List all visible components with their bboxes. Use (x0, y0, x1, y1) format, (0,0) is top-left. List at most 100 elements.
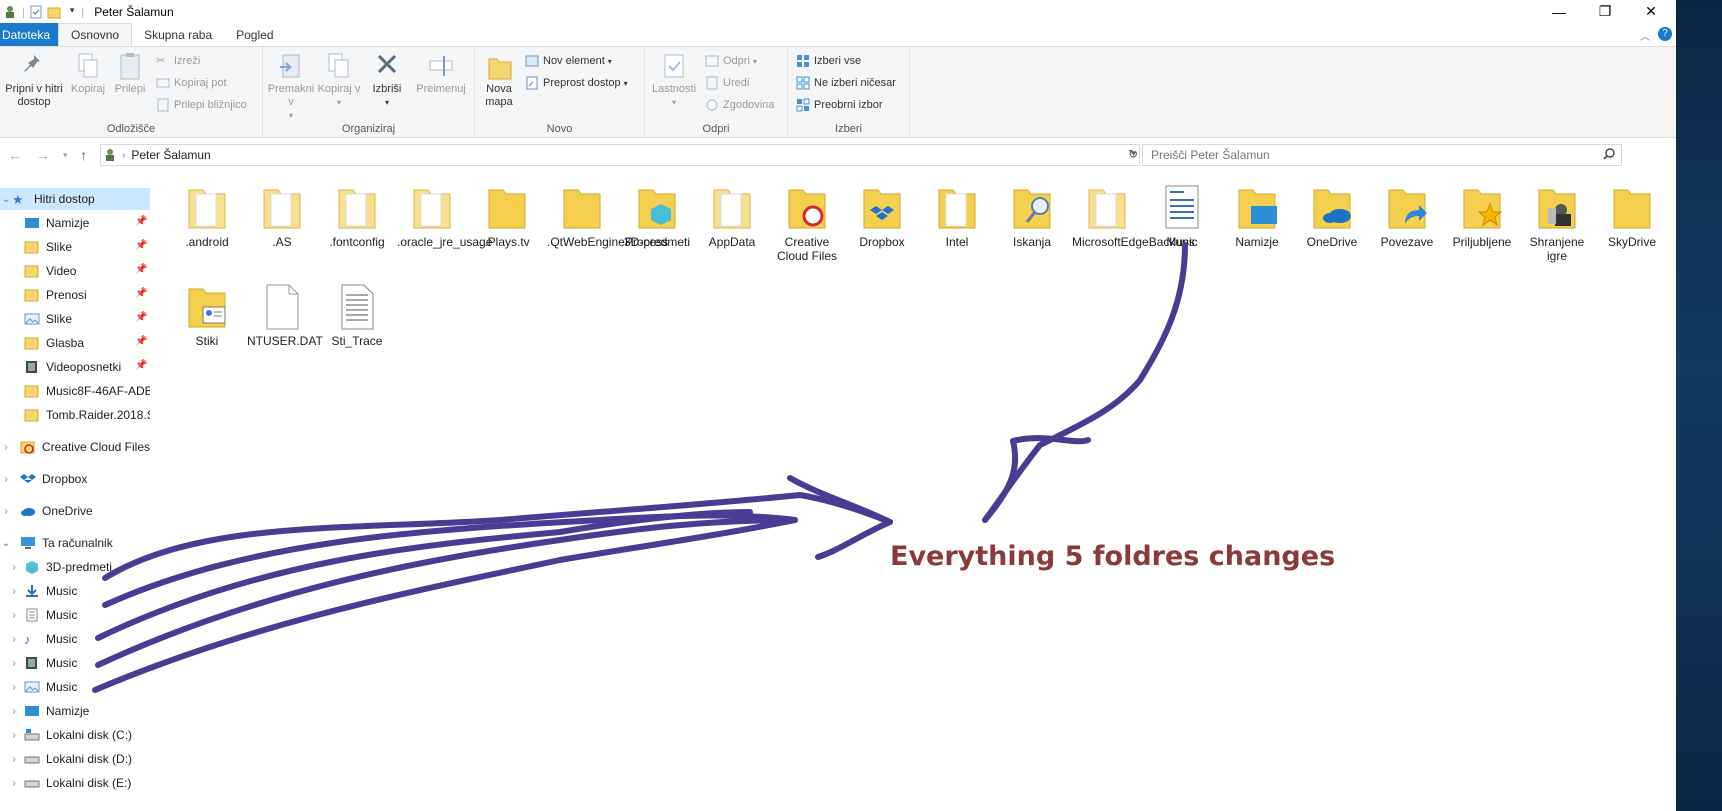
file-item[interactable]: AppData (697, 184, 767, 249)
restore-button[interactable]: ❐ (1582, 0, 1628, 23)
address-bar[interactable]: › Peter Šalamun ▾ (100, 144, 1140, 166)
copy-to-button[interactable]: Kopiraj v ▾ (317, 51, 361, 109)
new-folder-icon[interactable] (47, 5, 61, 19)
file-item[interactable]: Creative Cloud Files (772, 184, 842, 263)
file-item[interactable]: NTUSER.DAT (247, 283, 323, 348)
chevron-right-icon[interactable]: › (8, 658, 20, 669)
chevron-right-icon[interactable]: › (0, 474, 12, 485)
copy-button[interactable]: Kopiraj (68, 51, 108, 96)
nav-pc-item[interactable]: › Lokalni disk (E:) (0, 772, 150, 794)
chevron-right-icon[interactable]: › (8, 562, 20, 573)
chevron-down-icon[interactable]: ⌄ (0, 538, 12, 549)
file-item[interactable]: .Plays.tv (472, 184, 542, 249)
nav-pc-item[interactable]: › Lokalni disk (C:) (0, 724, 150, 746)
nav-creative-cloud[interactable]: › Creative Cloud Files (0, 436, 150, 458)
easy-access-button[interactable]: Preprost dostop ▾ (525, 74, 628, 92)
new-folder-button[interactable]: Nova mapa (477, 51, 521, 109)
history-button[interactable]: Zgodovina (705, 96, 774, 114)
nav-quick-item[interactable]: Slike 📌 (0, 308, 150, 330)
nav-quick-item[interactable]: Music8F-46AF-ADB (0, 380, 150, 402)
nav-pc-item[interactable]: › Music (0, 580, 150, 602)
tab-share[interactable]: Skupna raba (132, 23, 224, 46)
customize-qat-icon[interactable]: ▾ (65, 5, 79, 19)
file-item[interactable]: Sti_Trace (322, 283, 392, 348)
nav-pc-item[interactable]: › Music (0, 652, 150, 674)
up-arrow-icon[interactable]: ↑ (80, 147, 87, 163)
nav-pc-item[interactable]: › Music (0, 604, 150, 626)
paste-button[interactable]: Prilepi (110, 51, 150, 96)
file-item[interactable]: Dropbox (847, 184, 917, 249)
rename-button[interactable]: Preimenuj (411, 51, 471, 96)
nav-quick-item[interactable]: Prenosi 📌 (0, 284, 150, 306)
file-item[interactable]: Namizje (1222, 184, 1292, 249)
tab-file[interactable]: Datoteka (0, 23, 59, 46)
chevron-right-icon[interactable]: › (8, 586, 20, 597)
file-item[interactable]: Iskanja (997, 184, 1067, 249)
move-to-button[interactable]: Premakni v ▾ (267, 51, 315, 122)
properties-button[interactable]: Lastnosti ▾ (649, 51, 699, 109)
file-item[interactable]: Music (1147, 184, 1217, 249)
chevron-right-icon[interactable]: › (0, 442, 12, 453)
properties-icon[interactable] (29, 5, 43, 19)
nav-dropbox[interactable]: › Dropbox (0, 468, 150, 490)
file-item[interactable]: .QtWebEngineProcess (547, 184, 668, 249)
nav-quick-item[interactable]: Slike 📌 (0, 236, 150, 258)
edit-button[interactable]: Uredi (705, 74, 749, 92)
file-item[interactable]: .fontconfig (322, 184, 392, 249)
nav-quick-item[interactable]: Video 📌 (0, 260, 150, 282)
chevron-right-icon[interactable]: › (0, 506, 12, 517)
chevron-right-icon[interactable]: › (8, 754, 20, 765)
file-item[interactable]: OneDrive (1297, 184, 1367, 249)
cut-button[interactable]: ✂ Izreži (156, 52, 200, 70)
tab-view[interactable]: Pogled (224, 23, 285, 46)
chevron-right-icon[interactable]: › (8, 682, 20, 693)
copy-path-button[interactable]: Kopiraj pot (156, 74, 227, 92)
file-item[interactable]: MicrosoftEdgeBackups (1072, 184, 1195, 249)
file-item[interactable]: Stiki (172, 283, 242, 348)
file-item[interactable]: Povezave (1372, 184, 1442, 249)
nav-quick-access[interactable]: ⌄ ★ Hitri dostop (0, 188, 150, 210)
file-item[interactable]: 3D-predmeti (622, 184, 692, 249)
breadcrumb-chevron-icon[interactable]: › (122, 150, 125, 161)
forward-arrow-icon[interactable]: → (36, 147, 50, 163)
minimize-button[interactable]: — (1536, 0, 1582, 23)
chevron-right-icon[interactable]: › (8, 610, 20, 621)
file-item[interactable]: .AS (247, 184, 317, 249)
nav-pc-item[interactable]: › Lokalni disk (D:) (0, 748, 150, 770)
file-item[interactable]: Intel (922, 184, 992, 249)
nav-onedrive[interactable]: › OneDrive (0, 500, 150, 522)
chevron-right-icon[interactable]: › (8, 706, 20, 717)
recent-locations-icon[interactable]: ▾ (63, 150, 68, 161)
nav-pc-item[interactable]: › 3D-predmeti (0, 556, 150, 578)
new-item-button[interactable]: Nov element ▾ (525, 52, 612, 70)
file-item[interactable]: Shranjene igre (1522, 184, 1592, 263)
file-item[interactable]: .android (172, 184, 242, 249)
close-button[interactable]: ✕ (1628, 0, 1674, 23)
nav-pc-item[interactable]: › Namizje (0, 700, 150, 722)
file-item[interactable]: SkyDrive (1597, 184, 1667, 249)
breadcrumb-current[interactable]: Peter Šalamun (131, 148, 210, 162)
nav-pc-item[interactable]: › Music (0, 676, 150, 698)
select-all-button[interactable]: Izberi vse (796, 52, 861, 70)
chevron-right-icon[interactable]: › (8, 778, 20, 789)
nav-quick-item[interactable]: Videoposnetki 📌 (0, 356, 150, 378)
nav-this-pc[interactable]: ⌄ Ta računalnik (0, 532, 150, 554)
chevron-right-icon[interactable]: › (8, 634, 20, 645)
collapse-ribbon-icon[interactable]: ︿ (1640, 28, 1650, 43)
file-item[interactable]: .oracle_jre_usage (397, 184, 492, 249)
user-folder-icon[interactable] (4, 5, 18, 19)
nav-quick-item[interactable]: Namizje 📌 (0, 212, 150, 234)
select-none-button[interactable]: Ne izberi ničesar (796, 74, 896, 92)
search-input[interactable]: Preišči Peter Šalamun (1142, 144, 1622, 166)
chevron-down-icon[interactable]: ⌄ (0, 194, 12, 205)
chevron-right-icon[interactable]: › (8, 730, 20, 741)
nav-pc-item[interactable]: › ♪ Music (0, 628, 150, 650)
paste-shortcut-button[interactable]: Prilepi bližnjico (156, 96, 247, 114)
nav-quick-item[interactable]: Glasba 📌 (0, 332, 150, 354)
invert-selection-button[interactable]: Preobrni izbor (796, 96, 882, 114)
nav-quick-item[interactable]: Tomb.Raider.2018.S (0, 404, 150, 426)
help-icon[interactable]: ? (1658, 27, 1672, 41)
back-arrow-icon[interactable]: ← (8, 147, 22, 163)
open-button[interactable]: Odpri ▾ (705, 52, 757, 70)
pin-quick-access-button[interactable]: Pripni v hitri dostop (2, 51, 66, 109)
